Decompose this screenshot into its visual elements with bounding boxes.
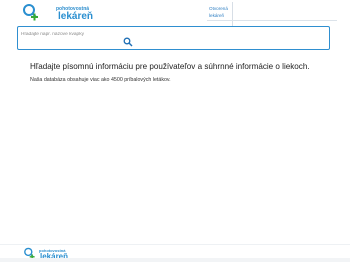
nav-open-pharmacy[interactable]: Otvorená lekáreň xyxy=(209,6,249,19)
search-box xyxy=(17,26,330,50)
brand-logo[interactable]: pohotovostná lekáreň xyxy=(22,3,94,23)
nav-label: lekáreň xyxy=(209,12,225,18)
search-input[interactable] xyxy=(21,30,121,38)
page-subtitle: Naša databáza obsahuje viac ako 4500 prí… xyxy=(30,77,171,83)
magnifier-plus-icon xyxy=(23,4,38,21)
search-icon[interactable] xyxy=(123,37,133,47)
page-title: Hľadajte písomnú informáciu pre používat… xyxy=(30,62,310,71)
header: pohotovostná lekáreň Otvorená lekáreň Pr… xyxy=(0,0,350,62)
brand-big: lekáreň xyxy=(58,11,94,22)
footer-strip xyxy=(0,258,350,262)
